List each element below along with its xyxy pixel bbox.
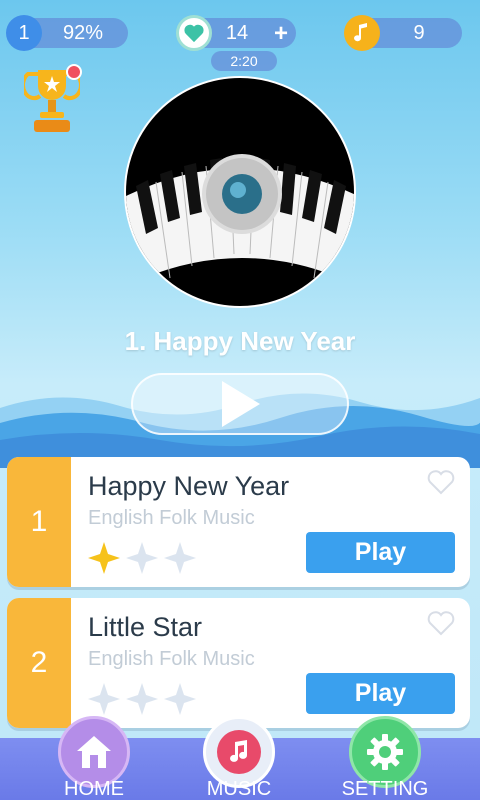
- song-index: 1: [7, 457, 71, 587]
- nav-music-label: MUSIC: [206, 778, 272, 800]
- star-rating: [87, 541, 197, 575]
- song-name: Happy New Year: [88, 471, 290, 501]
- song-index: 2: [7, 598, 71, 728]
- song-card[interactable]: 2 Little Star English Folk Music Play: [7, 598, 470, 728]
- song-artist: English Folk Music: [88, 507, 255, 529]
- nav-music[interactable]: MUSIC: [191, 716, 287, 800]
- song-artist: English Folk Music: [88, 648, 255, 670]
- nav-home[interactable]: HOME: [46, 716, 142, 800]
- heart-icon: [176, 15, 212, 51]
- nav-home-label: HOME: [64, 778, 124, 800]
- level-progress-pill: 1 92%: [6, 15, 128, 51]
- nav-setting[interactable]: SETTING: [337, 716, 433, 800]
- star-filled-icon: [88, 542, 120, 574]
- play-button[interactable]: Play: [306, 673, 455, 714]
- play-button[interactable]: Play: [306, 532, 455, 573]
- song-name: Little Star: [88, 612, 203, 642]
- nav-setting-label: SETTING: [341, 778, 429, 800]
- star-rating: [87, 682, 197, 716]
- music-note-icon: [344, 15, 380, 51]
- lives-timer: 2:20: [211, 51, 277, 71]
- notification-dot: [66, 64, 82, 80]
- song-card[interactable]: 1 Happy New Year English Folk Music Play: [7, 457, 470, 587]
- level-badge-icon: 1: [6, 15, 42, 51]
- lives-count: 14: [225, 21, 249, 44]
- play-now-button[interactable]: [131, 373, 349, 435]
- star-empty-icon: [126, 683, 158, 715]
- lives-pill[interactable]: 14 +: [176, 15, 296, 51]
- star-empty-icon: [126, 542, 158, 574]
- star-empty-icon: [164, 683, 196, 715]
- song-disc: [124, 76, 356, 308]
- level-number: 1: [18, 21, 30, 44]
- star-empty-icon: [88, 683, 120, 715]
- now-playing-title: 1. Happy New Year: [124, 326, 356, 356]
- progress-percent: 92%: [62, 21, 104, 44]
- add-lives-button[interactable]: +: [274, 20, 288, 48]
- favorite-heart-icon[interactable]: [426, 610, 456, 636]
- play-icon: [222, 381, 260, 427]
- star-empty-icon: [164, 542, 196, 574]
- notes-count: 9: [413, 21, 425, 44]
- bottom-nav: HOME MUSIC SETTING: [0, 716, 480, 800]
- game-screen: 1 92% 14 + 2:20 9 1. Happy New Year 1 Ha…: [0, 0, 480, 800]
- favorite-heart-icon[interactable]: [426, 469, 456, 495]
- notes-pill: 9: [344, 15, 462, 51]
